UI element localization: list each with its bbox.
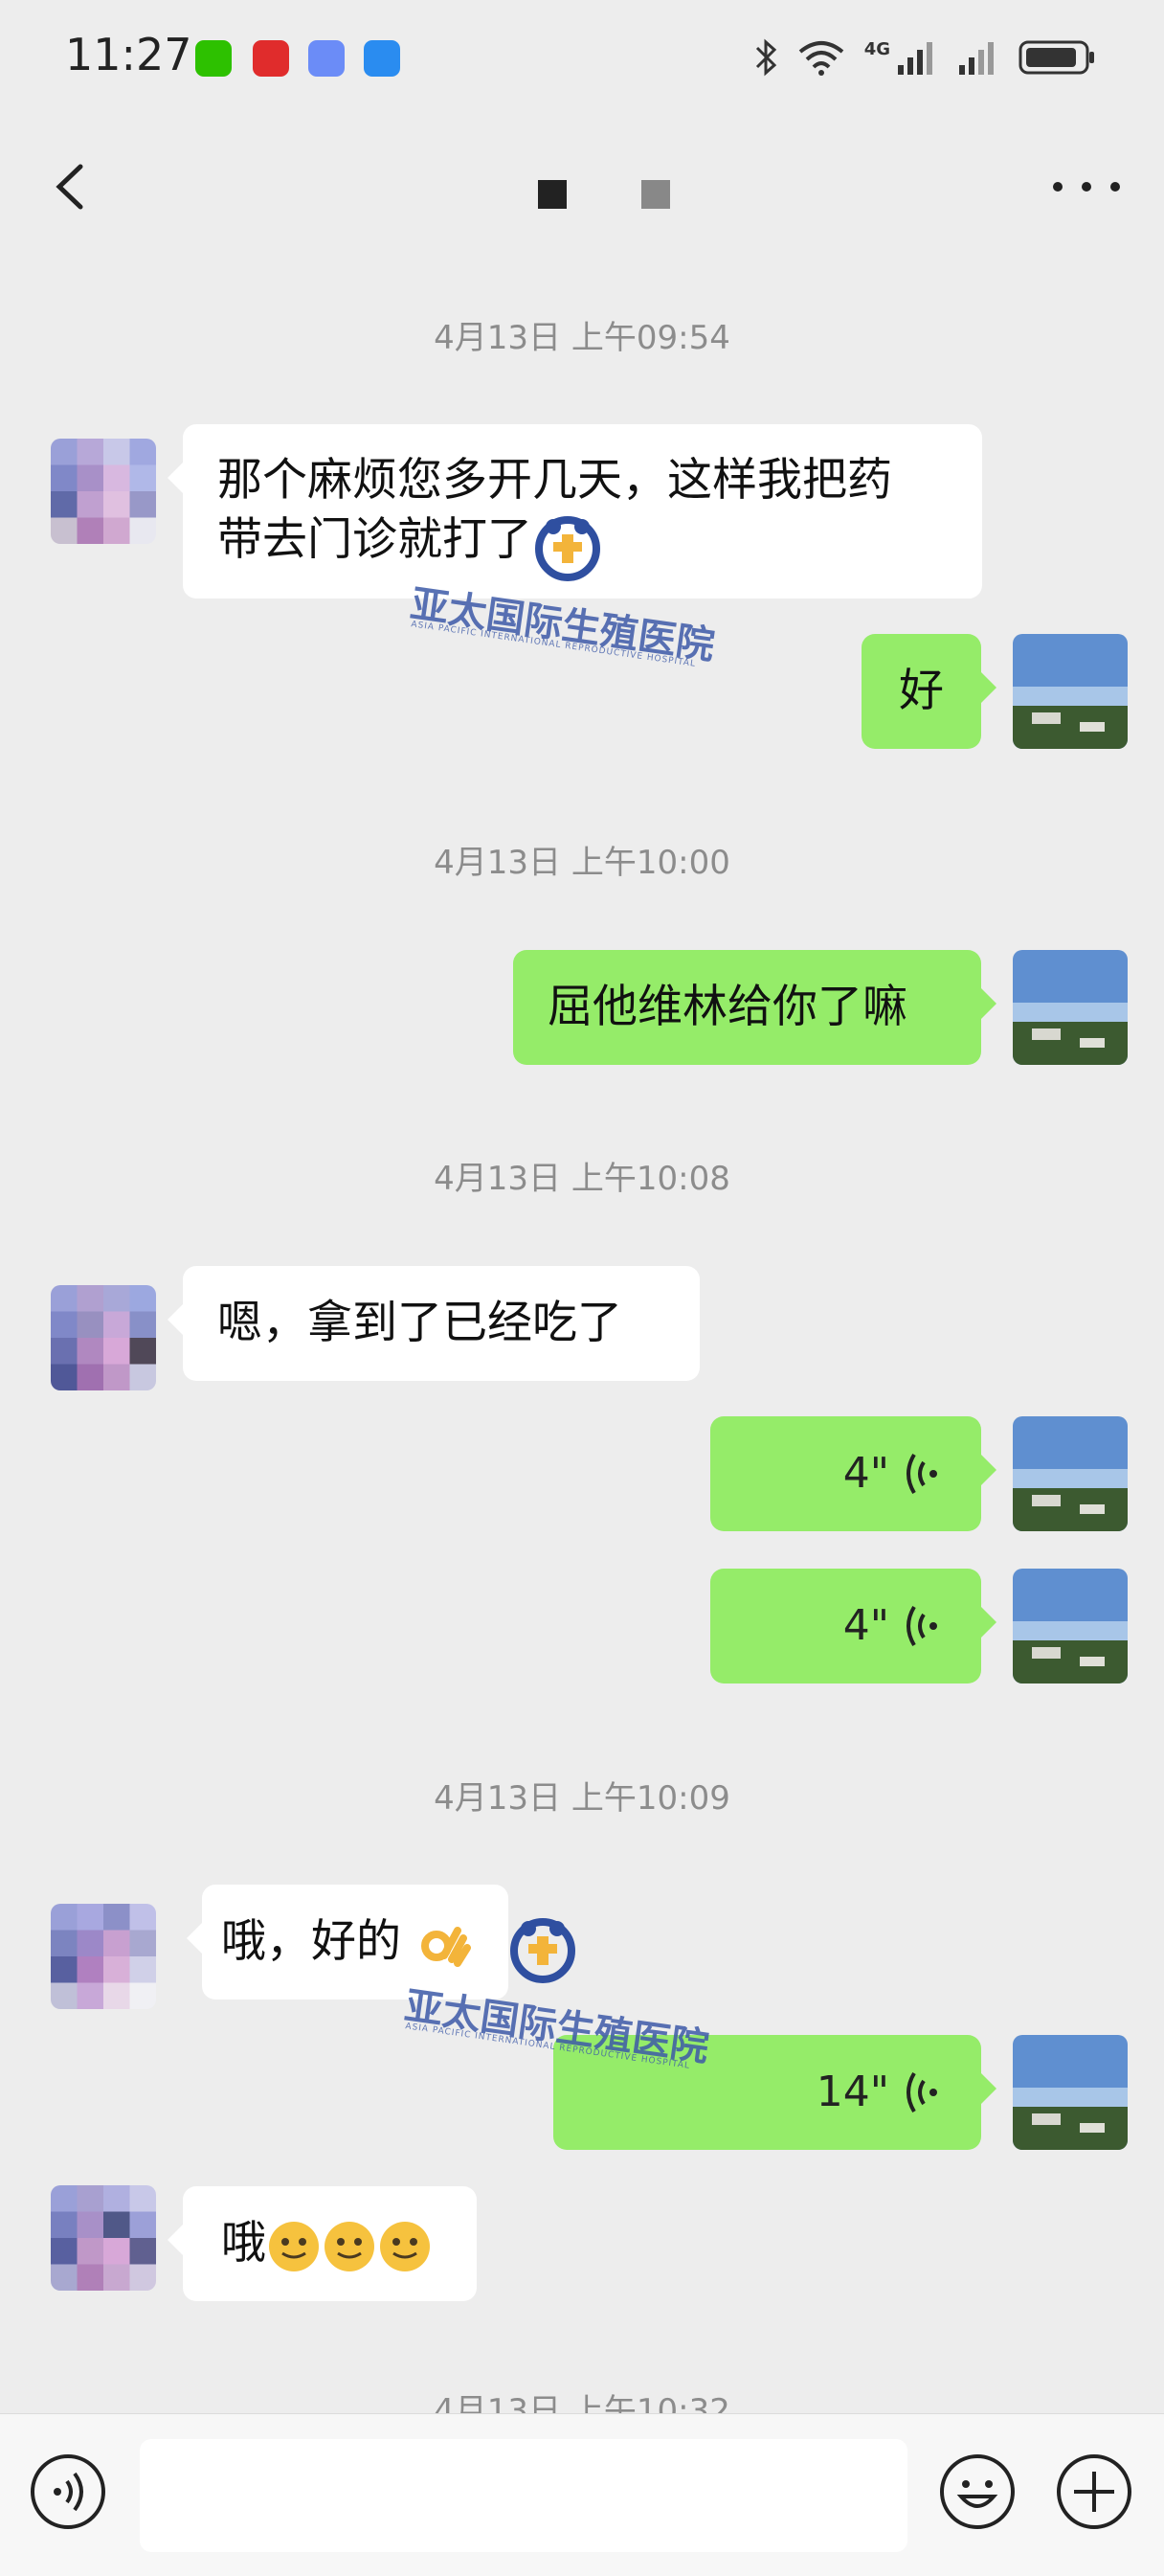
chat-header: [0, 134, 1164, 239]
chevron-left-icon: [56, 164, 83, 210]
message-bubble-outgoing[interactable]: 好: [862, 634, 996, 749]
voice-input-button[interactable]: [29, 2452, 107, 2531]
voice-duration: 14": [816, 2068, 889, 2116]
message-bubble-incoming[interactable]: 那个麻烦您多开几天，这样我把药 带去门诊就打了: [168, 424, 982, 599]
music-icon: [308, 40, 345, 77]
watermark-subtext: ASIA PACIFIC INTERNATIONAL REPRODUCTIVE …: [410, 620, 697, 669]
message-text: 那个麻烦您多开几天，这样我把药: [217, 454, 892, 507]
status-bar: 11:27 4G: [0, 0, 1164, 115]
message-bubble-incoming[interactable]: 哦，好的: [187, 1885, 508, 2000]
contact-name-redacted-2: [641, 180, 670, 209]
emoji-button[interactable]: [938, 2452, 1017, 2531]
message-text: 屈他维林给你了嘛: [548, 981, 907, 1033]
message-text: 带去门诊就打了: [217, 513, 532, 566]
voice-duration: 4": [842, 1601, 889, 1650]
message-bubble-incoming[interactable]: 哦: [168, 2186, 477, 2301]
message-input[interactable]: [140, 2439, 907, 2552]
red-app-icon: [253, 40, 289, 77]
smile-emoji-icon: [269, 2221, 319, 2271]
cellular-signal-icon: [898, 42, 932, 75]
timestamp: 4月13日 上午10:09: [434, 1779, 730, 1818]
plus-button[interactable]: [1055, 2452, 1133, 2531]
wechat-icon: [195, 40, 232, 77]
contact-avatar[interactable]: [51, 439, 156, 544]
more-dots-icon: [1053, 182, 1063, 192]
input-bar: [0, 2413, 1164, 2576]
voice-message[interactable]: 4": [710, 1569, 996, 1683]
my-avatar[interactable]: [1013, 1416, 1128, 1531]
voice-input-icon: [31, 2454, 105, 2529]
more-button[interactable]: [1053, 161, 1120, 213]
emoji-icon: [940, 2454, 1015, 2529]
contact-avatar[interactable]: [51, 2185, 156, 2291]
cellular-signal-2-icon: [959, 42, 994, 75]
back-button[interactable]: [44, 153, 101, 220]
voice-message[interactable]: 4": [710, 1416, 996, 1531]
contact-name-redacted: [538, 180, 567, 209]
voice-wave-icon: [907, 1453, 937, 1495]
system-icons: 4G: [753, 34, 1097, 80]
my-avatar[interactable]: [1013, 1569, 1128, 1683]
message-text: 哦，好的: [221, 1915, 401, 1968]
message-text: 哦: [221, 2217, 266, 2270]
timestamp: 4月13日 上午10:00: [434, 844, 730, 882]
contact-avatar[interactable]: [51, 1904, 156, 2009]
bluetooth-icon: [755, 38, 776, 77]
contact-avatar[interactable]: [51, 1285, 156, 1390]
battery-icon: [1018, 40, 1094, 75]
smile-emoji-icon: [325, 2221, 374, 2271]
my-avatar[interactable]: [1013, 634, 1128, 749]
message-list[interactable]: 4月13日 上午09:54 那个麻烦您多开几天，这样我把药 带去门诊就打了 好 …: [0, 239, 1164, 2413]
message-text: 好: [899, 665, 944, 717]
message-bubble-incoming[interactable]: 嗯，拿到了已经吃了: [168, 1266, 700, 1381]
wifi-icon: [798, 41, 843, 76]
timestamp: 4月13日 上午10:32: [434, 2392, 730, 2413]
voice-message[interactable]: 14": [553, 2035, 996, 2150]
status-time: 11:27: [65, 29, 192, 80]
network-type: 4G: [863, 38, 890, 59]
ok-hand-emoji-icon: [420, 1926, 471, 1967]
message-bubble-outgoing[interactable]: 屈他维林给你了嘛: [513, 950, 996, 1065]
timestamp: 4月13日 上午09:54: [434, 319, 730, 357]
hospital-logo-icon: [510, 1918, 575, 1983]
voice-duration: 4": [842, 1449, 889, 1498]
my-avatar[interactable]: [1013, 2035, 1128, 2150]
timestamp: 4月13日 上午10:08: [434, 1160, 730, 1198]
message-text: 嗯，拿到了已经吃了: [217, 1297, 622, 1349]
weather-icon: [364, 40, 400, 77]
voice-wave-icon: [907, 1605, 937, 1647]
voice-wave-icon: [907, 2071, 937, 2113]
smile-emoji-icon: [380, 2221, 430, 2271]
plus-icon: [1057, 2454, 1131, 2529]
my-avatar[interactable]: [1013, 950, 1128, 1065]
